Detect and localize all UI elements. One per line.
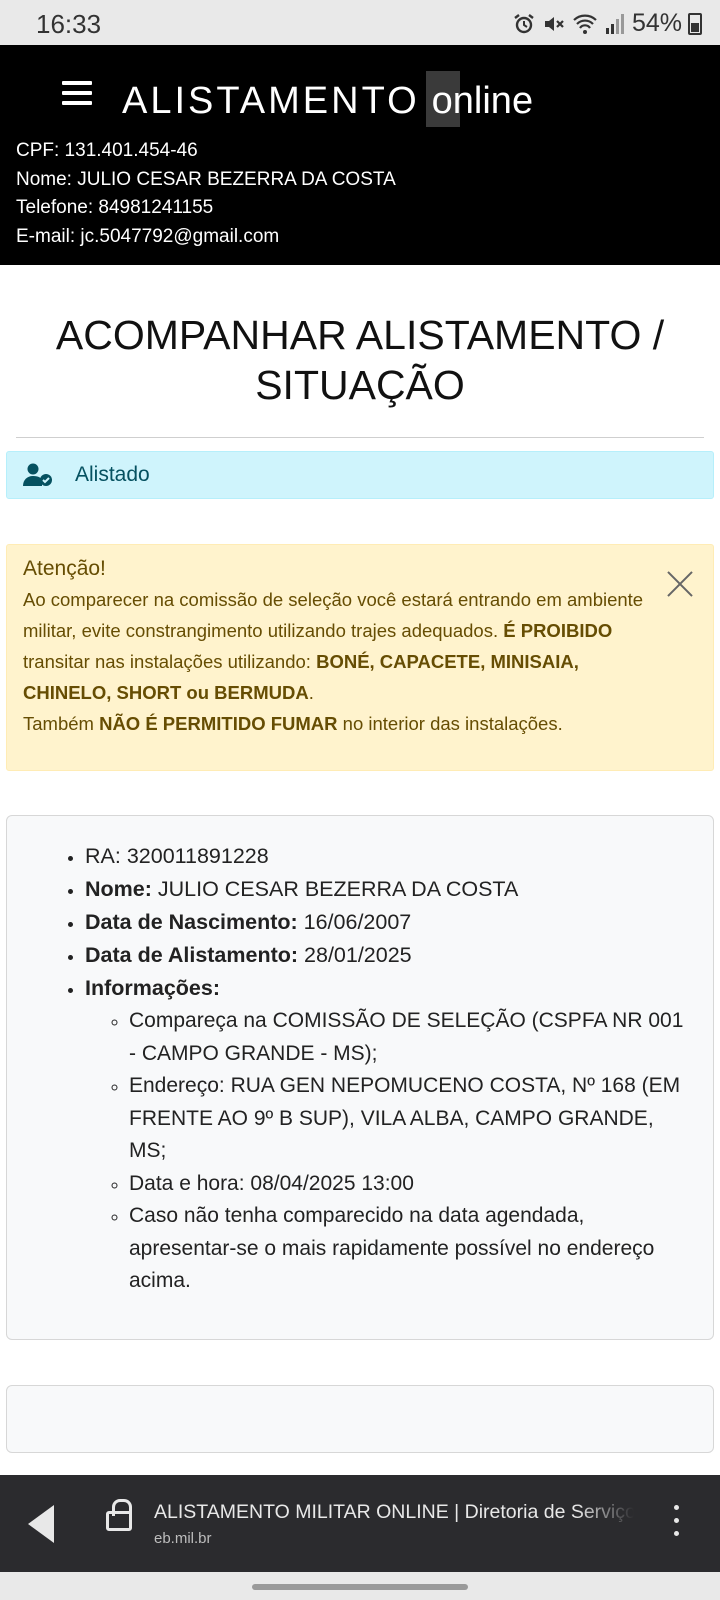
status-alert: Alistado bbox=[6, 451, 714, 499]
nome-value: JULIO CESAR BEZERRA DA COSTA bbox=[151, 877, 519, 901]
status-label: Alistado bbox=[75, 463, 150, 486]
warning-text-3: . bbox=[308, 682, 314, 703]
browser-page-title[interactable]: ALISTAMENTO MILITAR ONLINE | Diretoria d… bbox=[154, 1501, 634, 1524]
status-icons: 54% bbox=[512, 9, 702, 38]
mute-icon bbox=[544, 16, 564, 31]
battery-icon bbox=[688, 12, 702, 35]
user-name: Nome: JULIO CESAR BEZERRA DA COSTA bbox=[16, 168, 396, 190]
close-icon[interactable] bbox=[667, 571, 693, 597]
browser-domain[interactable]: eb.mil.br bbox=[154, 1530, 212, 1547]
browser-bar: ALISTAMENTO MILITAR ONLINE | Diretoria d… bbox=[0, 1475, 720, 1572]
info-item: Caso não tenha comparecido na data agend… bbox=[129, 1200, 695, 1298]
ra-value: 320011891228 bbox=[120, 844, 269, 868]
detail-birthdate: Data de Nascimento: 16/06/2007 bbox=[85, 906, 695, 939]
birthdate-label: Data de Nascimento: bbox=[85, 910, 298, 934]
page-title-line1: ACOMPANHAR ALISTAMENTO / bbox=[55, 312, 665, 358]
informacoes-label: Informações: bbox=[85, 976, 221, 1000]
battery-percentage: 54% bbox=[631, 9, 682, 37]
details-list: RA: 320011891228 Nome: JULIO CESAR BEZER… bbox=[85, 840, 695, 1298]
more-menu-icon[interactable] bbox=[674, 1505, 680, 1541]
menu-hamburger-icon[interactable] bbox=[62, 81, 92, 105]
detail-ra: RA: 320011891228 bbox=[85, 840, 695, 873]
page-title: ACOMPANHAR ALISTAMENTO / SITUAÇÃO bbox=[0, 310, 720, 410]
birthdate-value: 16/06/2007 bbox=[297, 910, 412, 934]
user-check-icon bbox=[23, 463, 52, 486]
system-nav-bar bbox=[0, 1572, 720, 1600]
info-item: Compareça na COMISSÃO DE SELEÇÃO (CSPFA … bbox=[129, 1005, 695, 1070]
site-header: ALISTAMENTO online CPF: 131.401.454-46 No… bbox=[0, 45, 720, 265]
status-time: 16:33 bbox=[36, 9, 102, 39]
back-arrow-icon[interactable] bbox=[28, 1505, 54, 1543]
wifi-icon bbox=[573, 14, 597, 34]
site-brand[interactable]: ALISTAMENTO online bbox=[122, 71, 533, 127]
warning-alert: Atenção! Ao comparecer na comissão de se… bbox=[6, 544, 714, 771]
status-bar: 16:33 54% bbox=[0, 0, 720, 45]
enlistment-date-label: Data de Alistamento: bbox=[85, 943, 299, 967]
enlistment-date-value: 28/01/2025 bbox=[298, 943, 412, 967]
warning-text-2: transitar nas instalações utilizando: bbox=[23, 651, 317, 672]
warning-text-5: no interior das instalações. bbox=[337, 713, 563, 734]
ra-label: RA: bbox=[85, 844, 121, 868]
user-cpf: CPF: 131.401.454-46 bbox=[16, 140, 198, 161]
warning-body: Ao comparecer na comissão de seleção voc… bbox=[23, 584, 697, 739]
details-card: RA: 320011891228 Nome: JULIO CESAR BEZER… bbox=[6, 815, 714, 1340]
warning-title: Atenção! bbox=[23, 557, 106, 580]
informacoes-list: Compareça na COMISSÃO DE SELEÇÃO (CSPFA … bbox=[129, 1005, 695, 1298]
brand-suffix: online bbox=[431, 80, 534, 122]
info-item: Endereço: RUA GEN NEPOMUCENO COSTA, Nº 1… bbox=[129, 1070, 695, 1168]
empty-card bbox=[6, 1385, 714, 1453]
signal-icon bbox=[605, 13, 624, 34]
warning-bold-1: É PROIBIDO bbox=[503, 620, 613, 641]
warning-text-4: Também bbox=[23, 713, 100, 734]
detail-nome: Nome: JULIO CESAR BEZERRA DA COSTA bbox=[85, 873, 695, 906]
detail-informacoes: Informações: Compareça na COMISSÃO DE SE… bbox=[85, 972, 695, 1298]
lock-icon[interactable] bbox=[106, 1499, 132, 1531]
user-phone: Telefone: 84981241155 bbox=[16, 197, 214, 218]
user-info: CPF: 131.401.454-46 Nome: JULIO CESAR BE… bbox=[16, 137, 396, 251]
info-item: Data e hora: 08/04/2025 13:00 bbox=[129, 1168, 695, 1201]
user-email: E-mail: jc.5047792@gmail.com bbox=[16, 225, 280, 247]
home-gesture-handle[interactable] bbox=[252, 1584, 468, 1590]
brand-main: ALISTAMENTO bbox=[122, 80, 420, 122]
title-divider bbox=[16, 437, 704, 438]
nome-label: Nome: bbox=[85, 877, 152, 901]
alarm-icon bbox=[514, 13, 534, 33]
page-title-line2: SITUAÇÃO bbox=[255, 362, 465, 408]
detail-enlistment-date: Data de Alistamento: 28/01/2025 bbox=[85, 939, 695, 972]
warning-bold-3: NÃO É PERMITIDO FUMAR bbox=[99, 713, 338, 734]
